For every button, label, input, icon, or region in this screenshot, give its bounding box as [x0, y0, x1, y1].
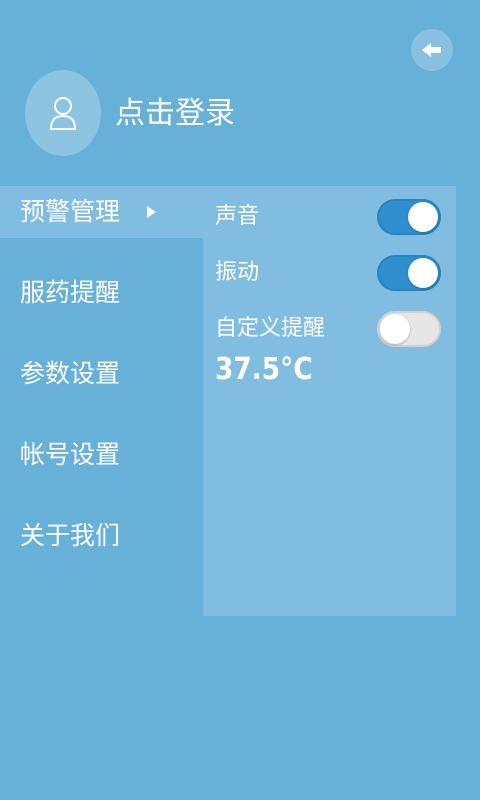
menu-item-label: 关于我们 [20, 521, 121, 550]
back-button[interactable] [411, 29, 453, 71]
toggle-knob [408, 202, 438, 232]
vibration-toggle[interactable] [377, 255, 441, 291]
side-menu: 预警管理 服药提醒 参数设置 帐号设置 关于我们 [0, 186, 203, 562]
menu-item-parameter-settings[interactable]: 参数设置 [0, 348, 203, 400]
toggle-knob [380, 314, 410, 344]
toggle-knob [408, 258, 438, 288]
user-icon [49, 97, 77, 130]
menu-item-alert-management[interactable]: 预警管理 [0, 186, 203, 238]
menu-item-label: 参数设置 [20, 359, 121, 388]
alert-settings-panel: 声音 振动 自定义提醒 37.5°C [203, 186, 456, 616]
temperature-threshold[interactable]: 37.5°C [215, 350, 313, 390]
custom-reminder-label: 自定义提醒 [215, 316, 326, 341]
login-link[interactable]: 点击登录 [115, 94, 235, 134]
menu-item-label: 服药提醒 [20, 278, 121, 307]
menu-item-label: 预警管理 [20, 197, 121, 226]
custom-reminder-toggle[interactable] [377, 311, 441, 347]
sound-toggle[interactable] [377, 199, 441, 235]
menu-item-medication-reminder[interactable]: 服药提醒 [0, 267, 203, 319]
menu-item-label: 帐号设置 [20, 440, 121, 469]
sound-label: 声音 [215, 204, 260, 229]
chevron-right-icon [147, 206, 156, 218]
avatar[interactable] [25, 70, 101, 156]
menu-item-account-settings[interactable]: 帐号设置 [0, 429, 203, 481]
arrow-left-icon [422, 43, 441, 57]
vibration-label: 振动 [215, 260, 260, 285]
menu-item-about-us[interactable]: 关于我们 [0, 510, 203, 562]
